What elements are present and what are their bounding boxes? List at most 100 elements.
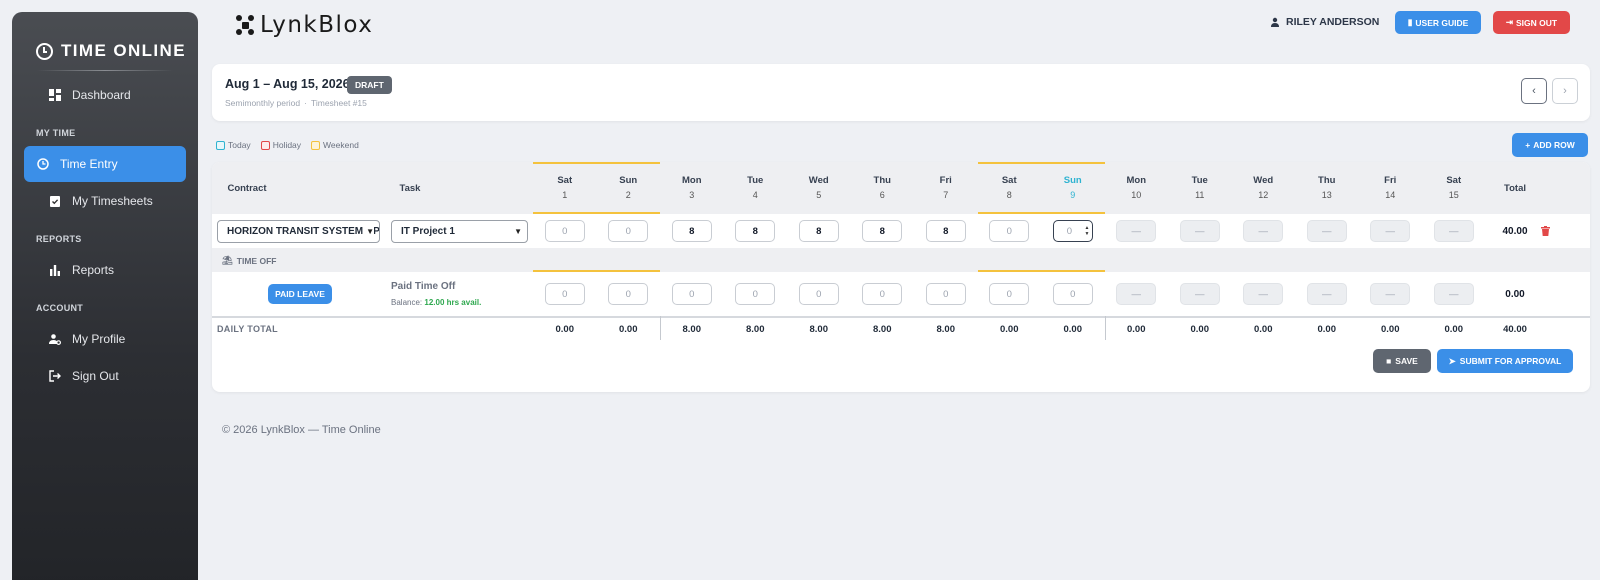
pto-hours-cell: — bbox=[1232, 272, 1296, 316]
hours-input-day-7[interactable]: 8 bbox=[925, 220, 966, 242]
hours-input-day-3[interactable]: 8 bbox=[671, 220, 712, 242]
daily-total-day-14: 0.00 bbox=[1381, 323, 1400, 335]
period-type: Semimonthly period bbox=[225, 98, 301, 108]
hours-input-day-11: — bbox=[1179, 220, 1220, 242]
column-header-day-2: Sun 2 bbox=[597, 162, 661, 214]
day-number: 7 bbox=[943, 190, 949, 200]
sidebar-brand: TIME ONLINE bbox=[12, 12, 198, 70]
day-of-week: Wed bbox=[1253, 175, 1274, 186]
daily-total-day-9: 0.00 bbox=[1063, 323, 1083, 335]
hours-cell: — bbox=[1295, 214, 1359, 248]
total-header-cell bbox=[1486, 162, 1545, 214]
hours-input-day-1[interactable]: 0 bbox=[544, 220, 585, 242]
status-badge: DRAFT bbox=[347, 76, 392, 94]
previous-period-button[interactable]: ‹ bbox=[1521, 78, 1547, 104]
column-header-contract: Contract bbox=[227, 182, 267, 194]
sidebar-item-label: Sign Out bbox=[72, 369, 119, 383]
pto-hours-cell: 0 bbox=[1041, 272, 1105, 316]
hours-input-day-6[interactable]: 8 bbox=[862, 220, 903, 242]
sidebar-item-dashboard[interactable]: Dashboard bbox=[24, 77, 186, 113]
pto-hours-cell: 0 bbox=[851, 272, 915, 316]
add-row-button[interactable]: + ADD ROW bbox=[1512, 133, 1588, 157]
daily-total-label: DAILY TOTAL bbox=[217, 324, 278, 334]
hours-input-day-8[interactable]: 0 bbox=[989, 220, 1030, 242]
hours-input-day-10: — bbox=[1116, 220, 1157, 242]
user-name: RILEY ANDERSON bbox=[1286, 16, 1380, 28]
column-header-day-13: Thu 13 bbox=[1295, 162, 1359, 214]
pto-hours-cell: 0 bbox=[787, 272, 851, 316]
hours-cell: — bbox=[1105, 214, 1169, 248]
logo-text: LynkBlox bbox=[260, 12, 374, 38]
footer: © 2026 LynkBlox — Time Online bbox=[222, 424, 381, 436]
pto-row-total: 0.00 bbox=[1505, 288, 1525, 300]
hours-cell: 0 bbox=[597, 214, 661, 248]
trash-icon bbox=[1540, 226, 1550, 236]
pto-hours-input-day-4[interactable]: 0 bbox=[735, 283, 776, 305]
pto-hours-input-day-2[interactable]: 0 bbox=[608, 283, 649, 305]
book-icon: ▮ bbox=[1407, 17, 1413, 27]
day-of-week: Mon bbox=[681, 175, 702, 186]
hours-cell: 8 bbox=[914, 214, 978, 248]
add-row-label: ADD ROW bbox=[1533, 140, 1575, 150]
hours-cell: 0 bbox=[533, 214, 597, 248]
time-entry-row: HORIZON TRANSIT SYSTEM UPGRADE ▼ IT Proj… bbox=[212, 214, 1590, 248]
delete-row-button[interactable] bbox=[1530, 214, 1560, 248]
hours-cell: 0 bbox=[978, 214, 1042, 248]
task-select[interactable]: IT Project 1 ▼ bbox=[391, 220, 528, 243]
user-guide-button[interactable]: ▮ USER GUIDE bbox=[1395, 11, 1481, 34]
column-header-day-12: Wed 12 bbox=[1232, 162, 1296, 214]
legend-holiday: Holiday bbox=[260, 140, 301, 150]
weekend-band bbox=[977, 212, 1105, 214]
user-menu[interactable]: RILEY ANDERSON bbox=[1270, 16, 1379, 28]
pto-hours-input-day-14: — bbox=[1370, 283, 1411, 305]
pto-name: Paid Time Off bbox=[391, 281, 456, 292]
hours-cell: — bbox=[1232, 214, 1296, 248]
daily-total-day-12: 0.00 bbox=[1254, 323, 1273, 335]
day-number: 14 bbox=[1385, 190, 1396, 200]
column-header-day-1: Sat 1 bbox=[533, 162, 597, 214]
pto-hours-input-day-9[interactable]: 0 bbox=[1052, 283, 1093, 305]
sidebar-item-reports[interactable]: Reports bbox=[24, 252, 186, 288]
pto-hours-input-day-6[interactable]: 0 bbox=[862, 283, 903, 305]
daily-total-day-6: 8.00 bbox=[873, 323, 892, 335]
hours-input-day-5[interactable]: 8 bbox=[798, 220, 839, 242]
daily-total-day-11: 0.00 bbox=[1190, 323, 1210, 335]
daily-total-day-15: 0.00 bbox=[1444, 323, 1464, 335]
stepper-icon[interactable]: ▲ ▼ bbox=[1085, 225, 1090, 237]
hours-input-day-4[interactable]: 8 bbox=[735, 220, 776, 242]
sidebar-item-sign-out[interactable]: Sign Out bbox=[24, 358, 186, 394]
daily-total-day-4: 8.00 bbox=[746, 323, 765, 335]
time-off-section-header: ⛱ TIME OFF bbox=[212, 248, 1590, 272]
pto-hours-input-day-10: — bbox=[1116, 283, 1157, 305]
hours-input-day-2[interactable]: 0 bbox=[608, 220, 649, 242]
paid-leave-row: PAID LEAVE Paid Time Off Balance: 12.00 … bbox=[212, 272, 1590, 316]
pto-hours-cell: 0 bbox=[724, 272, 788, 316]
submit-for-approval-button[interactable]: ➤ SUBMIT FOR APPROVAL bbox=[1437, 349, 1573, 373]
pto-hours-input-day-5[interactable]: 0 bbox=[798, 283, 839, 305]
day-of-week: Sun bbox=[619, 175, 638, 186]
pto-hours-input-day-11: — bbox=[1179, 283, 1220, 305]
logo: LynkBlox bbox=[236, 12, 373, 38]
hours-cell: 0 ▲ ▼ bbox=[1041, 214, 1105, 248]
sidebar-item-my-timesheets[interactable]: My Timesheets bbox=[24, 183, 186, 219]
sidebar-item-time-entry[interactable]: Time Entry bbox=[24, 146, 186, 182]
contract-select[interactable]: HORIZON TRANSIT SYSTEM UPGRADE ▼ bbox=[217, 220, 380, 243]
pto-hours-input-day-7[interactable]: 0 bbox=[925, 283, 966, 305]
bar-chart-icon bbox=[49, 264, 61, 276]
next-period-button[interactable]: › bbox=[1552, 78, 1578, 104]
sign-out-button[interactable]: ⇥ SIGN OUT bbox=[1493, 11, 1570, 34]
paid-leave-badge[interactable]: PAID LEAVE bbox=[268, 284, 332, 304]
day-of-week: Fri bbox=[939, 175, 952, 186]
pto-hours-input-day-8[interactable]: 0 bbox=[989, 283, 1030, 305]
time-off-label: ⛱ TIME OFF bbox=[222, 255, 277, 266]
period-title: Aug 1 – Aug 15, 2026 bbox=[225, 77, 350, 91]
save-button[interactable]: ■ SAVE bbox=[1373, 349, 1431, 373]
sidebar-item-label: Dashboard bbox=[72, 88, 131, 102]
pto-balance-value: 12.00 hrs avail. bbox=[424, 298, 482, 307]
pto-hours-input-day-3[interactable]: 0 bbox=[671, 283, 712, 305]
hours-cell: — bbox=[1359, 214, 1423, 248]
pto-hours-input-day-1[interactable]: 0 bbox=[544, 283, 585, 305]
hours-input-day-15: — bbox=[1433, 220, 1474, 242]
sidebar-item-my-profile[interactable]: My Profile bbox=[24, 321, 186, 357]
column-header-day-8: Sat 8 bbox=[978, 162, 1042, 214]
